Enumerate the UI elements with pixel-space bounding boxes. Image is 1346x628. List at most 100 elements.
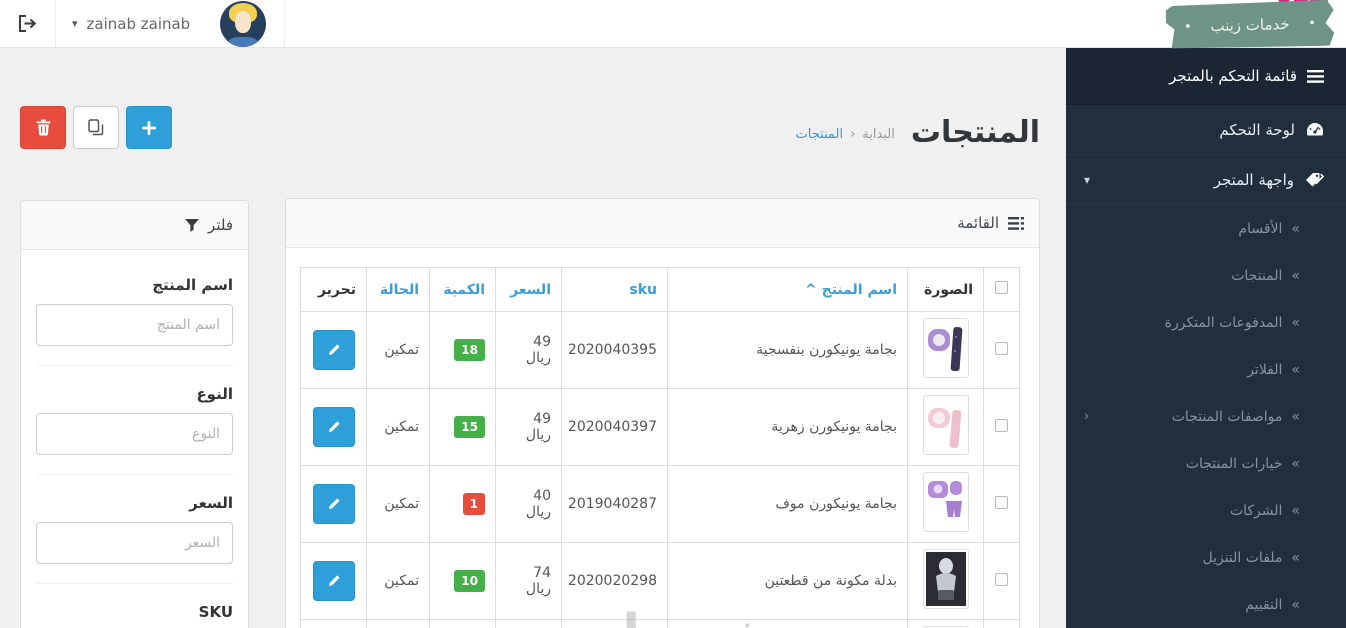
screen: ▾ zainab zainab • خدمات زينب • قائمة الت… <box>0 0 1346 628</box>
row-checkbox[interactable] <box>995 572 1008 586</box>
chevron-left-icon: ‹ <box>1084 409 1090 424</box>
table-row: بدلة مكونة من قطعتين 2020020298 74 ريال … <box>300 542 1020 620</box>
angle-double-icon: » <box>1291 502 1300 519</box>
filter-label-name: اسم المنتج <box>152 276 233 294</box>
edit-button[interactable] <box>312 330 355 370</box>
angle-double-icon: » <box>1291 596 1300 613</box>
sidebar-item-label: واجهة المتجر <box>1213 170 1294 189</box>
add-product-button[interactable] <box>126 106 172 149</box>
sidebar-header-store-control[interactable]: قائمة التحكم بالمتجر <box>1066 48 1346 105</box>
quantity-badge: 15 <box>454 416 485 438</box>
sidebar-subitem-product-specs[interactable]: » مواصفات المنتجات ‹ <box>1066 393 1346 440</box>
table-row: بجامة يونيكورن موف 2019040287 40 ريال 1 … <box>300 465 1020 543</box>
row-checkbox[interactable] <box>995 341 1008 355</box>
column-qty-sort[interactable]: الكمية <box>429 267 496 312</box>
product-name: بجامة يونيكورن بنفسجية <box>667 311 908 389</box>
sidebar-subitem-sections[interactable]: » الأقسام <box>1066 205 1346 252</box>
sort-asc-indicator: ^ <box>805 281 817 298</box>
filter-label-sku: SKU <box>198 603 233 621</box>
column-price-sort[interactable]: السعر <box>495 267 562 312</box>
breadcrumb-current[interactable]: المنتجات <box>796 127 844 142</box>
breadcrumb-home[interactable]: البداية <box>862 127 895 142</box>
copy-button[interactable] <box>73 106 119 149</box>
title-group: المنتجات البداية ‹ المنتجات <box>796 116 1040 149</box>
quantity-badge: 10 <box>454 570 485 592</box>
filter-input-price[interactable] <box>36 522 233 564</box>
filter-title: فلتر <box>208 216 233 234</box>
divider <box>36 583 233 584</box>
product-status: تمكين <box>366 388 430 466</box>
avatar-face <box>235 10 252 33</box>
trash-icon <box>36 119 51 136</box>
edit-button[interactable] <box>312 484 355 524</box>
products-table: الصورة اسم المنتج ^ sku السعر الكمية الح… <box>300 267 1020 628</box>
row-checkbox[interactable] <box>995 495 1008 509</box>
subitem-label: التقييم <box>1245 596 1283 613</box>
tags-icon <box>1305 172 1324 188</box>
ribbon-dot: • <box>1308 15 1317 31</box>
angle-double-icon: » <box>1291 314 1300 331</box>
column-name-sort[interactable]: اسم المنتج ^ <box>667 267 908 312</box>
chevron-down-icon: ▾ <box>1084 172 1091 187</box>
sidebar-subitem-download-files[interactable]: » ملفات التنزيل <box>1066 534 1346 581</box>
sidebar-subitem-companies[interactable]: » الشركات <box>1066 487 1346 534</box>
product-name: بدلة مناسبات <box>667 619 908 628</box>
filter-input-name[interactable] <box>36 304 233 346</box>
delete-button[interactable] <box>20 106 66 149</box>
sidebar-subitem-products[interactable]: » المنتجات <box>1066 252 1346 299</box>
gauge-icon <box>1306 122 1324 137</box>
angle-double-icon: » <box>1291 408 1300 425</box>
store-logo-text: خدمات زينب <box>1210 14 1290 36</box>
filter-input-type[interactable] <box>36 413 233 455</box>
product-price: 40 ريال <box>495 465 562 543</box>
table-header-row: الصورة اسم المنتج ^ sku السعر الكمية الح… <box>300 267 1020 312</box>
column-sku-sort[interactable]: sku <box>561 267 668 312</box>
edit-button[interactable] <box>312 561 355 601</box>
select-all-checkbox[interactable] <box>995 281 1008 294</box>
subitem-label: ملفات التنزيل <box>1202 549 1283 566</box>
product-status: تمكين <box>366 311 430 389</box>
product-status: تمكين <box>366 465 430 543</box>
list-panel-header: القائمة <box>286 199 1039 248</box>
product-price: 49 ريال <box>495 311 562 389</box>
funnel-icon <box>185 218 200 232</box>
product-status: تمكين <box>366 619 430 628</box>
sidebar-subitem-filters[interactable]: » الفلاتر <box>1066 346 1346 393</box>
list-icon <box>1008 216 1024 230</box>
column-status-sort[interactable]: الحالة <box>366 267 430 312</box>
avatar[interactable] <box>220 0 267 47</box>
logout-button[interactable] <box>0 0 56 47</box>
sidebar-subitem-rating[interactable]: » التقييم <box>1066 581 1346 628</box>
sidebar-item-dashboard[interactable]: لوحة التحكم <box>1066 105 1346 155</box>
product-price: 74 ريال <box>495 542 562 620</box>
toolbar <box>20 106 172 149</box>
pencil-icon <box>327 497 341 511</box>
page-title: المنتجات <box>910 115 1040 150</box>
angle-double-icon: » <box>1291 220 1300 237</box>
product-name: بجامة يونيكورن موف <box>667 465 908 543</box>
sign-out-icon <box>18 15 37 32</box>
store-logo: • خدمات زينب • <box>1160 0 1336 50</box>
pencil-icon <box>327 574 341 588</box>
table-row: بدلة مناسبات 2019040276 80 ريال 1 تمكين <box>300 619 1020 628</box>
edit-button[interactable] <box>312 407 355 447</box>
sidebar-item-label: لوحة التحكم <box>1219 120 1295 139</box>
product-image-purple-unicorn-pajama <box>922 318 969 378</box>
breadcrumb-separator-icon: ‹ <box>850 127 856 142</box>
filter-label-type: النوع <box>196 385 233 403</box>
row-checkbox[interactable] <box>995 418 1008 432</box>
list-body: الصورة اسم المنتج ^ sku السعر الكمية الح… <box>286 248 1039 628</box>
column-image: الصورة <box>907 267 984 312</box>
sidebar-subitem-recurring-payments[interactable]: » المدفوعات المتكررة <box>1066 299 1346 346</box>
sidebar-item-storefront[interactable]: واجهة المتجر ▾ <box>1066 155 1346 205</box>
subitem-label: الفلاتر <box>1247 361 1283 378</box>
subitem-label: خيارات المنتجات <box>1185 455 1283 472</box>
product-sku: 2019040287 <box>561 465 668 543</box>
filter-label-price: السعر <box>189 494 233 512</box>
user-dropdown[interactable]: ▾ zainab zainab <box>56 0 206 47</box>
product-sku: 2020040397 <box>561 388 668 466</box>
angle-double-icon: » <box>1291 455 1300 472</box>
avatar-shirt <box>228 36 259 47</box>
product-image-mauve-unicorn-pajama <box>922 472 969 532</box>
sidebar-subitem-product-options[interactable]: » خيارات المنتجات <box>1066 440 1346 487</box>
